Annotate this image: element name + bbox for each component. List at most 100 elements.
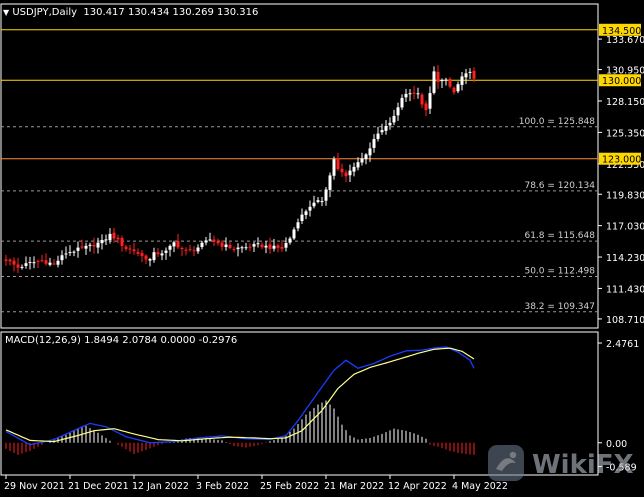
bearish-candle: [280, 246, 284, 249]
bearish-candle: [344, 172, 348, 177]
bearish-candle: [268, 244, 272, 249]
macd-line: [5, 346, 475, 446]
bearish-candle: [124, 246, 128, 250]
bearish-candle: [448, 78, 452, 87]
bullish-candle: [76, 247, 80, 251]
bullish-candle: [108, 233, 112, 241]
bullish-candle: [100, 239, 104, 244]
bullish-candle: [416, 93, 420, 95]
bearish-candle: [276, 245, 280, 248]
bearish-candle: [176, 241, 180, 248]
bullish-candle: [256, 243, 260, 245]
bullish-candle: [444, 79, 448, 81]
bearish-candle: [12, 260, 16, 265]
bullish-candle: [312, 202, 316, 207]
bullish-candle: [204, 240, 208, 243]
symbol-label: USDJPY,Daily: [12, 7, 78, 18]
bearish-candle: [228, 244, 232, 249]
price-and-macd-chart: 133.670130.950128.150125.350122.550119.8…: [0, 3, 644, 492]
bullish-candle: [24, 263, 28, 266]
fibonacci-level-label: 100.0 = 125.848: [519, 117, 596, 127]
bullish-candle: [360, 158, 364, 163]
bearish-candle: [156, 252, 160, 255]
macd-label: MACD(12,26,9) 1.8494 2.0784 0.0000 -0.29…: [5, 335, 238, 346]
fibonacci-level-label: 50.0 = 112.498: [524, 266, 595, 276]
bullish-candle: [152, 252, 156, 261]
bullish-candle: [368, 148, 372, 156]
bullish-candle: [224, 244, 228, 248]
fibonacci-level-label: 38.2 = 109.347: [524, 302, 595, 312]
bearish-candle: [216, 241, 220, 244]
bullish-candle: [372, 139, 376, 148]
bearish-candle: [112, 232, 116, 239]
bullish-candle: [88, 244, 92, 246]
bullish-candle: [324, 189, 328, 201]
bullish-candle: [388, 122, 392, 126]
bullish-candle: [352, 166, 356, 172]
bullish-candle: [172, 242, 176, 247]
bullish-candle: [160, 253, 164, 256]
macd-header: MACD(12,26,9) 1.8494 2.0784 0.0000 -0.29…: [5, 335, 237, 346]
bearish-candle: [144, 255, 148, 260]
bullish-candle: [392, 115, 396, 123]
wikifx-logo-icon: [488, 445, 524, 481]
bearish-candle: [424, 103, 428, 111]
bullish-candle: [196, 247, 200, 252]
bullish-candle: [84, 245, 88, 249]
bullish-candle: [148, 259, 152, 261]
bearish-candle: [452, 87, 456, 93]
bullish-candle: [168, 245, 172, 250]
bullish-candle: [32, 262, 36, 264]
bullish-candle: [364, 154, 368, 160]
header-arrow-icon: ▼: [3, 8, 10, 17]
bearish-candle: [340, 168, 344, 173]
bullish-candle: [328, 175, 332, 190]
chart-header: ▼ USDJPY,Daily 130.417 130.434 130.269 1…: [3, 7, 258, 18]
bearish-candle: [128, 248, 132, 250]
price-panel-frame: [0, 3, 599, 329]
bullish-candle: [332, 159, 336, 176]
bullish-candle: [292, 229, 296, 239]
bearish-candle: [52, 263, 56, 265]
time-axis-label: 12 Jan 2022: [132, 481, 189, 492]
bearish-candle: [212, 239, 216, 242]
ohlc-label: 130.417 130.434 130.269 130.316: [83, 7, 259, 18]
price-tick-label: 114.230: [606, 253, 644, 264]
fibonacci-level-label: 61.8 = 115.648: [524, 231, 595, 241]
bearish-candle: [80, 246, 84, 248]
bullish-candle: [20, 266, 24, 268]
bullish-candle: [384, 125, 388, 131]
bullish-candle: [208, 239, 212, 241]
bullish-candle: [60, 255, 64, 261]
bullish-candle: [296, 222, 300, 229]
bullish-candle: [468, 71, 472, 73]
bullish-candle: [200, 242, 204, 247]
bullish-candle: [64, 253, 68, 255]
time-axis-label: 29 Nov 2021: [4, 481, 65, 492]
bullish-candle: [460, 76, 464, 85]
bullish-candle: [432, 71, 436, 93]
bearish-candle: [188, 249, 192, 251]
bearish-candle: [412, 92, 416, 94]
chart-root: 133.670 130.950 128.150 125.350 122.550 119.8…: [0, 0, 644, 497]
bearish-candle: [420, 94, 424, 105]
price-tick-label: 117.030: [606, 222, 644, 233]
bearish-candle: [116, 237, 120, 240]
bullish-candle: [252, 244, 256, 247]
bearish-candle: [16, 264, 20, 268]
bullish-candle: [28, 261, 32, 263]
level-price-label: 123.000: [602, 155, 641, 166]
bullish-candle: [356, 162, 360, 168]
bullish-candle: [428, 93, 432, 109]
bullish-candle: [300, 214, 304, 222]
bullish-candle: [464, 73, 468, 78]
bearish-candle: [36, 260, 40, 262]
bullish-candle: [376, 133, 380, 139]
bearish-candle: [4, 259, 8, 261]
bullish-candle: [440, 80, 444, 82]
bearish-candle: [140, 252, 144, 256]
bearish-candle: [248, 246, 252, 248]
bearish-candle: [136, 252, 140, 254]
bullish-candle: [272, 245, 276, 249]
bearish-candle: [472, 70, 476, 79]
